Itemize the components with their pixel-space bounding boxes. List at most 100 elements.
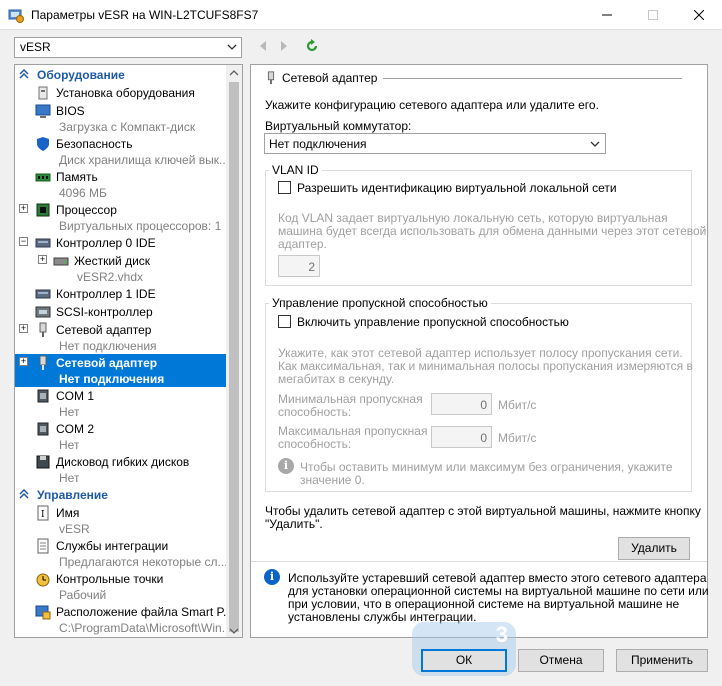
tree-item-floppy[interactable]: Дисковод гибких дисков Нет	[15, 453, 227, 486]
floppy-icon	[36, 455, 50, 469]
maximize-icon	[648, 10, 658, 20]
tree-scrollbar[interactable]	[226, 65, 242, 637]
tree-item-sub: Нет	[59, 438, 80, 452]
switch-label: Виртуальный коммутатор:	[265, 119, 412, 133]
legacy-info: Используйте устаревший сетевой адаптер в…	[288, 571, 707, 585]
tree-item-label: Расположение файла Smart P...	[56, 605, 233, 619]
section-hardware[interactable]: Оборудование	[15, 67, 227, 83]
controller-icon	[35, 238, 51, 248]
tree-item-security[interactable]: Безопасность Диск хранилища ключей вык..…	[15, 135, 230, 168]
panel-title: Сетевой адаптер	[282, 71, 384, 85]
step-number: 3	[495, 622, 508, 647]
tree-item-network-adapter-2[interactable]: + Сетевой адаптер Нет подключения	[15, 354, 227, 387]
tree-item-label: Процессор	[56, 203, 117, 217]
expand-icon[interactable]: +	[19, 204, 28, 213]
tree-item-label: Сетевой адаптер	[56, 323, 152, 337]
remove-text: Чтобы удалить сетевой адаптер с этой вир…	[265, 504, 701, 518]
tree-item-bios[interactable]: BIOS Загрузка с Компакт-диск	[15, 102, 227, 135]
virtual-switch-select[interactable]: Нет подключения	[264, 133, 606, 154]
bandwidth-checkbox[interactable]	[278, 315, 291, 328]
min-bandwidth-label: Минимальная пропускная	[278, 392, 423, 406]
panel-intro: Укажите конфигурацию сетевого адаптера и…	[265, 98, 599, 112]
max-bandwidth-input[interactable]: 0	[431, 426, 492, 448]
bandwidth-group-title: Управление пропускной способностью	[269, 296, 491, 310]
title-bar: Параметры vESR на WIN-L2TCUFS8FS7	[0, 0, 722, 30]
tree-item-sub: Рабочий	[59, 588, 107, 602]
tree-item-com1[interactable]: COM 1 Нет	[15, 387, 227, 420]
bandwidth-desc: Укажите, как этот сетевой адаптер исполь…	[278, 346, 683, 360]
max-bandwidth-label: способность:	[278, 437, 352, 451]
tree-item-processor[interactable]: + Процессор Виртуальных процессоров: 1	[15, 201, 227, 234]
expand-icon[interactable]: +	[19, 357, 28, 366]
refresh-icon[interactable]	[305, 39, 319, 53]
tree-item-label: Службы интеграции	[56, 539, 169, 553]
tree-item-smart-paging[interactable]: Расположение файла Smart P... C:\Program…	[15, 603, 233, 636]
processor-icon	[36, 203, 50, 217]
tree-item-label: COM 1	[56, 389, 95, 403]
info-icon: i	[264, 569, 280, 585]
minimize-button[interactable]	[584, 0, 630, 30]
legacy-info: для установки операционной системы на ви…	[288, 584, 709, 598]
expand-icon[interactable]: +	[19, 324, 28, 333]
tree-item-name[interactable]: I Имя vESR	[15, 504, 227, 537]
tree-item-label: Жесткий диск	[74, 254, 151, 268]
tree-item-integration-services[interactable]: Службы интеграции Предлагаются некоторые…	[15, 537, 228, 570]
vm-select[interactable]: vESR	[14, 37, 242, 58]
tree-item-label: COM 2	[56, 422, 95, 436]
name-icon: I	[37, 505, 49, 521]
toolbar: vESR	[0, 30, 722, 62]
tree-item-sub: vESR	[59, 522, 90, 536]
forward-icon[interactable]	[277, 39, 291, 53]
remove-text: "Удалить".	[265, 517, 323, 531]
ok-button[interactable]: ОК	[421, 649, 507, 672]
tree-item-sub: 4096 МБ	[59, 186, 107, 200]
min-bandwidth-unit: Мбит/с	[498, 398, 537, 412]
vm-select-value: vESR	[20, 40, 51, 54]
tree-item-sub: Нет подключения	[59, 372, 165, 386]
network-adapter-icon	[39, 355, 47, 370]
expand-icon[interactable]: +	[38, 255, 47, 264]
controller-icon	[35, 289, 51, 299]
divider	[251, 561, 707, 562]
tree-item-sub: Диск хранилища ключей вык...	[59, 153, 230, 167]
network-adapter-icon	[267, 71, 275, 85]
tree-item-memory[interactable]: Память 4096 МБ	[15, 168, 227, 201]
chevron-down-icon	[590, 141, 600, 147]
tree-item-checkpoints[interactable]: Контрольные точки Рабочий	[15, 570, 227, 603]
memory-icon	[35, 173, 51, 182]
tree-item-label: Контроллер 1 IDE	[56, 287, 156, 301]
max-bandwidth-label: Максимальная пропускная	[278, 424, 428, 438]
apply-button[interactable]: Применить	[616, 649, 708, 672]
back-icon[interactable]	[256, 39, 270, 53]
section-management-label: Управление	[37, 488, 108, 502]
section-management[interactable]: Управление	[15, 487, 227, 503]
tree-item-sub: vESR2.vhdx	[77, 270, 144, 284]
add-hardware-icon	[38, 86, 48, 100]
section-hardware-label: Оборудование	[37, 68, 125, 82]
min-bandwidth-input[interactable]: 0	[431, 393, 492, 415]
tree-item-network-adapter-1[interactable]: + Сетевой адаптер Нет подключения	[15, 321, 227, 354]
close-button[interactable]	[676, 0, 722, 30]
shield-icon	[37, 137, 49, 151]
window-title: Параметры vESR на WIN-L2TCUFS8FS7	[31, 8, 259, 22]
monitor-icon	[35, 104, 51, 118]
scroll-down-icon[interactable]	[229, 627, 239, 635]
vlan-checkbox[interactable]	[278, 181, 291, 194]
scroll-up-icon[interactable]	[229, 69, 239, 77]
remove-button[interactable]: Удалить	[618, 537, 690, 560]
vlan-id-input[interactable]: 2	[278, 255, 320, 277]
scsi-icon	[35, 306, 51, 318]
collapse-icon[interactable]: −	[19, 237, 28, 246]
tree-item-label: Контрольные точки	[56, 572, 164, 586]
tree-item-label: Память	[56, 170, 98, 184]
tree-item-sub: Виртуальных процессоров: 1	[59, 219, 222, 233]
cancel-button[interactable]: Отмена	[518, 649, 604, 672]
tree-item-com2[interactable]: COM 2 Нет	[15, 420, 227, 453]
scrollbar-thumb[interactable]	[229, 82, 239, 632]
settings-app-icon	[8, 9, 24, 23]
collapse-icon	[19, 68, 29, 79]
tree-item-label: Имя	[56, 506, 80, 520]
close-icon	[694, 10, 704, 20]
vlan-desc: Код VLAN задает виртуальную локальную се…	[278, 211, 668, 225]
tree-item-hard-disk[interactable]: + Жесткий диск vESR2.vhdx	[15, 252, 227, 285]
